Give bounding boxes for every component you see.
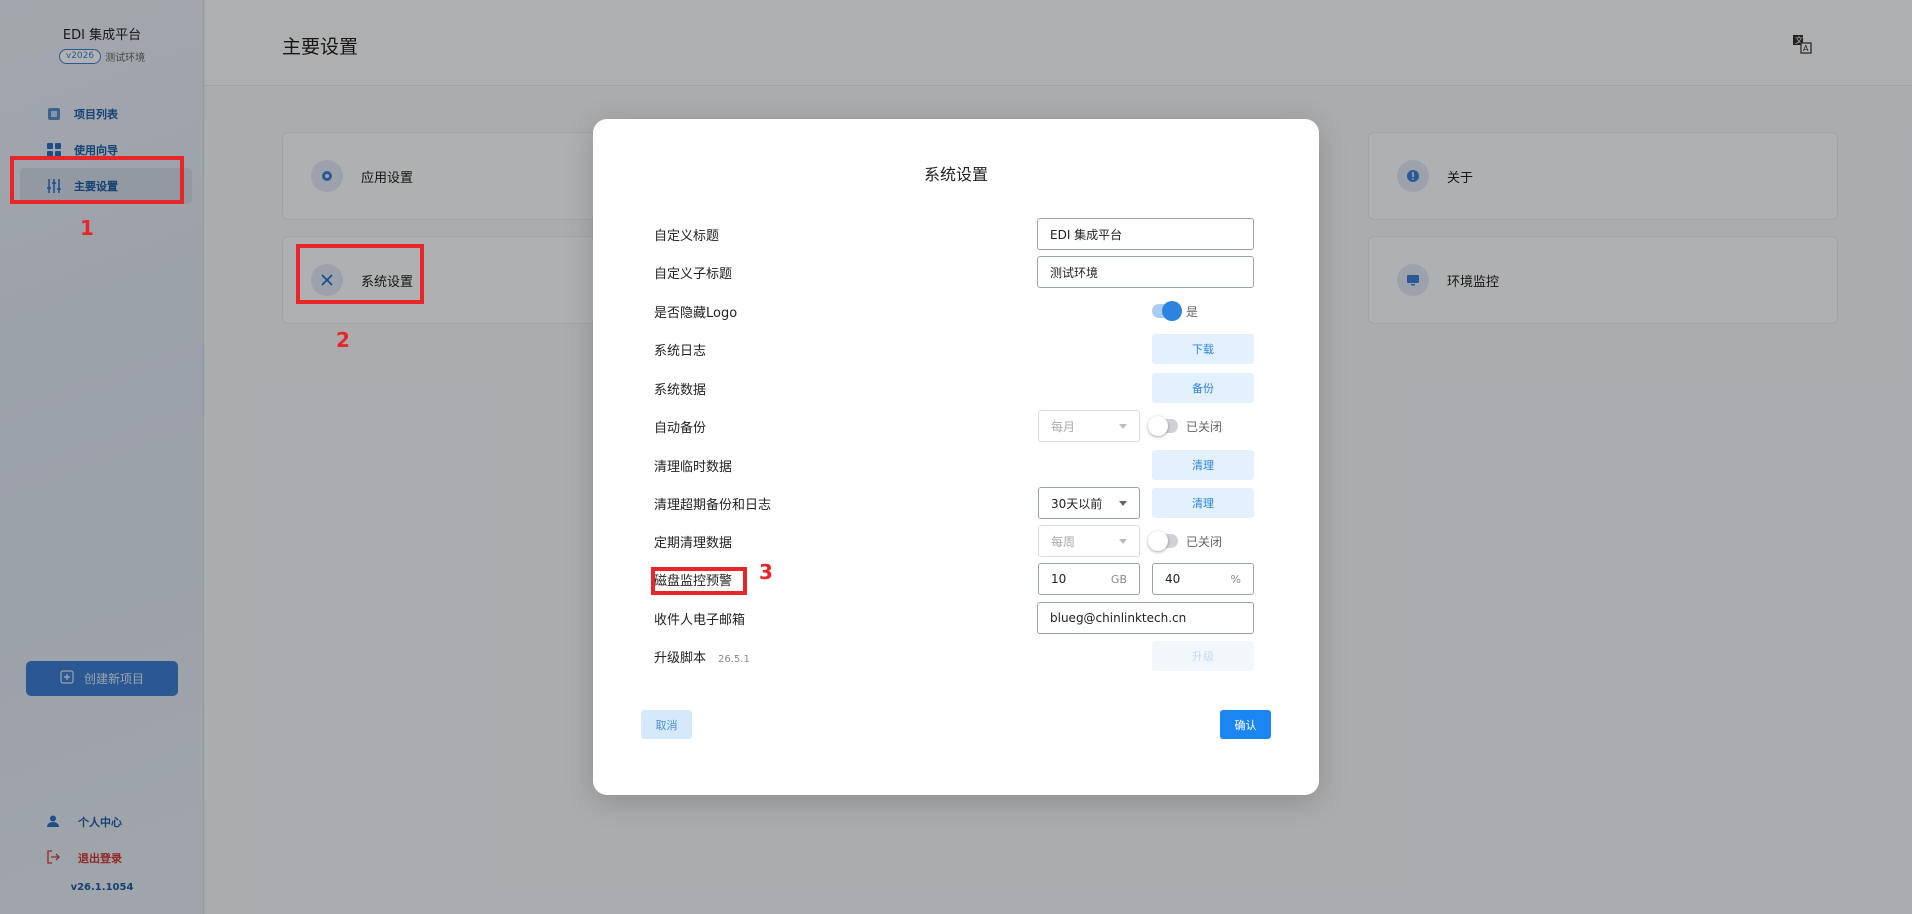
dialog-title: 系统设置 xyxy=(923,165,988,184)
download-log-button[interactable]: 下载 xyxy=(1152,334,1254,364)
upgrade-button[interactable]: 升级 xyxy=(1152,641,1254,671)
row-controls: 测试环境 xyxy=(1037,256,1254,288)
disk-threshold-percent-input[interactable]: 40 % xyxy=(1152,563,1254,595)
select-value: 每周 xyxy=(1051,534,1076,549)
toggle-knob xyxy=(1162,301,1182,321)
row-custom-subtitle: 自定义子标题 测试环境 xyxy=(654,256,1254,288)
row-hide-logo: 是否隐藏Logo 是 xyxy=(654,295,1254,327)
unit-label: GB xyxy=(1110,572,1127,586)
row-label: 是否隐藏Logo xyxy=(654,305,738,321)
chevron-down-icon xyxy=(1119,423,1127,429)
annotation-box-1 xyxy=(10,156,184,204)
scheduled-clean-frequency-select[interactable]: 每周 xyxy=(1038,525,1140,557)
row-label: 系统数据 xyxy=(654,382,707,398)
select-value: 30天以前 xyxy=(1051,496,1103,511)
upgrade-label: 升级脚本 xyxy=(654,650,707,666)
row-label: 收件人电子邮箱 xyxy=(654,612,746,628)
row-upgrade: 升级脚本 26.5.1 升级 xyxy=(654,640,1254,672)
chevron-down-icon xyxy=(1119,500,1127,506)
recipient-email-input[interactable]: blueg@chinlinktech.cn xyxy=(1037,602,1254,634)
toggle-state-label: 是 xyxy=(1186,304,1199,319)
clean-expired-range-select[interactable]: 30天以前 xyxy=(1038,487,1140,519)
clean-expired-button[interactable]: 清理 xyxy=(1152,488,1254,518)
input-value: 40 xyxy=(1165,572,1181,586)
row-clean-temp: 清理临时数据 清理 xyxy=(654,449,1254,481)
system-settings-dialog: 系统设置 自定义标题 EDI 集成平台 自定义子标题 测试环境 是否隐藏Logo… xyxy=(593,119,1319,795)
custom-title-input[interactable]: EDI 集成平台 xyxy=(1037,218,1254,250)
row-label: 自定义标题 xyxy=(654,228,720,244)
row-controls: 清理 xyxy=(1152,449,1254,481)
toggle-knob xyxy=(1148,531,1168,551)
disk-threshold-gb-input[interactable]: 10 GB xyxy=(1038,563,1140,595)
row-clean-expired: 清理超期备份和日志 30天以前 清理 xyxy=(654,487,1254,519)
row-controls: 升级 xyxy=(1152,640,1254,672)
toggle-state-label: 已关闭 xyxy=(1186,534,1223,549)
select-value: 每月 xyxy=(1051,419,1076,434)
annotation-box-3 xyxy=(651,567,747,595)
row-label: 自定义子标题 xyxy=(654,266,733,282)
row-controls: 下载 xyxy=(1152,333,1254,365)
row-controls: 备份 xyxy=(1152,372,1254,404)
input-value: 10 xyxy=(1051,572,1067,586)
annotation-number-2: 2 xyxy=(336,328,350,352)
row-label: 自动备份 xyxy=(654,420,707,436)
annotation-number-3: 3 xyxy=(759,560,773,584)
row-controls: 10 GB 40 % xyxy=(1038,563,1254,595)
row-label: 升级脚本 26.5.1 xyxy=(654,647,750,666)
row-controls: 每月 已关闭 xyxy=(1038,410,1254,442)
toggle-state-label: 已关闭 xyxy=(1186,419,1223,434)
row-controls: 30天以前 清理 xyxy=(1038,487,1254,519)
auto-backup-toggle[interactable] xyxy=(1148,416,1178,436)
auto-backup-frequency-select[interactable]: 每月 xyxy=(1038,410,1140,442)
chevron-down-icon xyxy=(1119,538,1127,544)
row-scheduled-clean: 定期清理数据 每周 已关闭 xyxy=(654,525,1254,557)
row-label: 清理超期备份和日志 xyxy=(654,497,772,513)
row-auto-backup: 自动备份 每月 已关闭 xyxy=(654,410,1254,442)
row-controls: EDI 集成平台 xyxy=(1037,218,1254,250)
backup-button[interactable]: 备份 xyxy=(1152,373,1254,403)
scheduled-clean-toggle-group: 已关闭 xyxy=(1148,531,1254,551)
row-controls: 每周 已关闭 xyxy=(1038,525,1254,557)
confirm-button[interactable]: 确认 xyxy=(1220,710,1271,739)
hide-logo-toggle-group: 是 xyxy=(1152,301,1254,321)
upgrade-version: 26.5.1 xyxy=(718,653,750,665)
annotation-box-2 xyxy=(296,244,424,304)
clean-temp-button[interactable]: 清理 xyxy=(1152,450,1254,480)
auto-backup-toggle-group: 已关闭 xyxy=(1148,416,1254,436)
row-custom-title: 自定义标题 EDI 集成平台 xyxy=(654,218,1254,250)
annotation-number-1: 1 xyxy=(80,216,94,240)
row-label: 定期清理数据 xyxy=(654,535,733,551)
row-system-log: 系统日志 下载 xyxy=(654,333,1254,365)
row-controls: blueg@chinlinktech.cn xyxy=(1037,602,1254,634)
toggle-knob xyxy=(1148,416,1168,436)
row-label: 系统日志 xyxy=(654,343,707,359)
hide-logo-toggle[interactable] xyxy=(1152,301,1182,321)
row-email: 收件人电子邮箱 blueg@chinlinktech.cn xyxy=(654,602,1254,634)
row-controls: 是 xyxy=(1152,295,1254,327)
scheduled-clean-toggle[interactable] xyxy=(1148,531,1178,551)
row-label: 清理临时数据 xyxy=(654,459,733,475)
row-system-data: 系统数据 备份 xyxy=(654,372,1254,404)
unit-label: % xyxy=(1230,572,1241,586)
cancel-button[interactable]: 取消 xyxy=(641,710,692,739)
custom-subtitle-input[interactable]: 测试环境 xyxy=(1037,256,1254,288)
